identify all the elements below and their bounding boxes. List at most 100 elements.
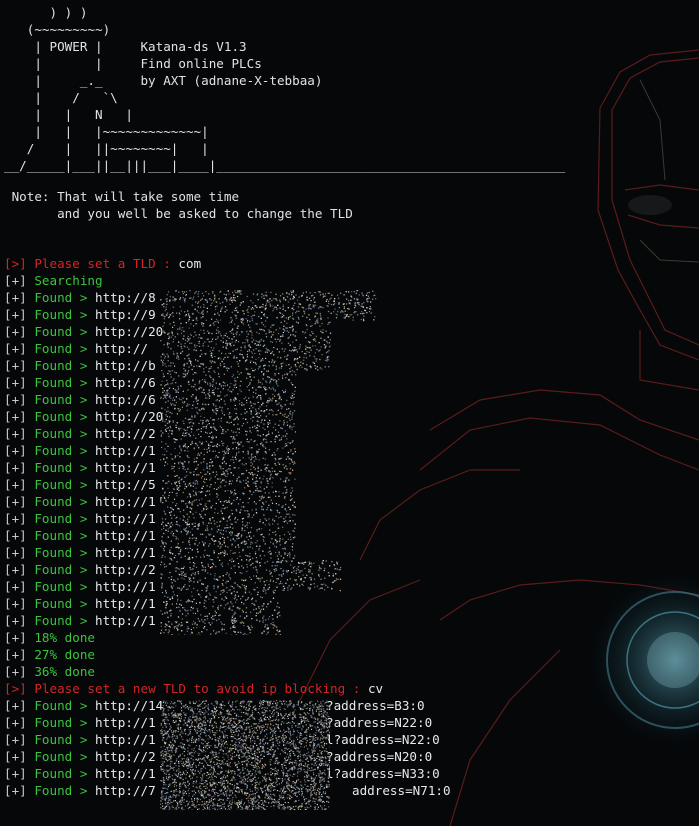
- found-url: http://1: [95, 579, 156, 594]
- log-label: 18% done: [34, 630, 96, 645]
- log-label: Found >: [34, 443, 96, 458]
- found-url-suffix: l?address=N33:0: [326, 766, 440, 781]
- log-label: Found >: [34, 732, 96, 747]
- found-url: http://2: [95, 562, 156, 577]
- log-label: Found >: [34, 460, 96, 475]
- log-label: Found >: [34, 426, 96, 441]
- log-label: Please set a new TLD to avoid ip blockin…: [34, 681, 368, 696]
- log-tag: [+]: [4, 375, 27, 390]
- note-text: Note: That will take some time and you w…: [4, 188, 565, 222]
- log-label: Found >: [34, 562, 96, 577]
- log-label: Found >: [34, 545, 96, 560]
- found-url-suffix: l?address=N22:0: [326, 732, 440, 747]
- log-label: Found >: [34, 579, 96, 594]
- found-url-suffix: address=N71:0: [352, 783, 451, 798]
- log-tag: [+]: [4, 647, 27, 662]
- found-url: http://1: [95, 528, 156, 543]
- log-line: [>] Please set a new TLD to avoid ip blo…: [4, 680, 565, 697]
- log-label: Found >: [34, 392, 96, 407]
- log-line: [>] Please set a TLD : com: [4, 255, 565, 272]
- found-url: http://5: [95, 477, 156, 492]
- tld-input-value: com: [178, 256, 202, 271]
- log-tag: [+]: [4, 341, 27, 356]
- log-line: [+] 36% done: [4, 663, 565, 680]
- log-label: Found >: [34, 290, 96, 305]
- log-tag: [+]: [4, 477, 27, 492]
- found-url: http://: [95, 341, 149, 356]
- found-url-suffix: ?address=B3:0: [326, 698, 425, 713]
- log-tag: [+]: [4, 596, 27, 611]
- log-tag: [+]: [4, 545, 27, 560]
- redaction-noise-block-2: [160, 700, 330, 810]
- log-tag: [+]: [4, 494, 27, 509]
- log-tag: [+]: [4, 613, 27, 628]
- log-tag: [>]: [4, 681, 27, 696]
- log-line: [+] 27% done: [4, 646, 565, 663]
- log-label: Found >: [34, 358, 96, 373]
- found-url-suffix: ?address=N22:0: [326, 715, 433, 730]
- found-url: http://20: [95, 324, 164, 339]
- found-url: http://1: [95, 732, 156, 747]
- found-url: http://1: [95, 766, 156, 781]
- log-label: Found >: [34, 613, 96, 628]
- log-tag: [+]: [4, 579, 27, 594]
- log-tag: [+]: [4, 392, 27, 407]
- log-label: Found >: [34, 698, 96, 713]
- log-label: Found >: [34, 409, 96, 424]
- found-url: http://1: [95, 460, 156, 475]
- found-url: http://1: [95, 511, 156, 526]
- log-label: Found >: [34, 341, 96, 356]
- log-label: Searching: [34, 273, 103, 288]
- log-label: Found >: [34, 766, 96, 781]
- ascii-banner: ) ) ) (~~~~~~~~~) | POWER | Katana-ds V1…: [4, 5, 566, 173]
- note-line-2: and you well be asked to change the TLD: [4, 206, 353, 221]
- log-tag: [+]: [4, 528, 27, 543]
- found-url: http://1: [95, 494, 156, 509]
- found-url: http://1: [95, 443, 156, 458]
- log-label: Found >: [34, 715, 96, 730]
- found-url: http://1: [95, 596, 156, 611]
- log-tag: [+]: [4, 749, 27, 764]
- log-tag: [+]: [4, 562, 27, 577]
- found-url-suffix: ?address=N20:0: [326, 749, 433, 764]
- log-tag: [+]: [4, 511, 27, 526]
- found-url: http://b: [95, 358, 156, 373]
- log-label: Found >: [34, 324, 96, 339]
- log-label: Please set a TLD :: [34, 256, 179, 271]
- log-label: Found >: [34, 494, 96, 509]
- found-url: http://6: [95, 392, 156, 407]
- log-label: 27% done: [34, 647, 96, 662]
- log-tag: [+]: [4, 443, 27, 458]
- found-url: http://1: [95, 715, 156, 730]
- log-label: Found >: [34, 307, 96, 322]
- found-url: http://6: [95, 375, 156, 390]
- found-url: http://14: [95, 698, 164, 713]
- log-tag: [+]: [4, 460, 27, 475]
- log-label: Found >: [34, 749, 96, 764]
- log-label: Found >: [34, 511, 96, 526]
- note-line-1: Note: That will take some time: [4, 189, 240, 204]
- found-url: http://8: [95, 290, 156, 305]
- found-url: http://1: [95, 613, 156, 628]
- log-tag: [+]: [4, 273, 27, 288]
- found-url: http://1: [95, 545, 156, 560]
- log-tag: [+]: [4, 698, 27, 713]
- log-tag: [+]: [4, 409, 27, 424]
- log-tag: [+]: [4, 426, 27, 441]
- redaction-noise-block-1: [160, 290, 377, 635]
- log-label: Found >: [34, 783, 96, 798]
- found-url: http://20: [95, 409, 164, 424]
- log-label: 36% done: [34, 664, 96, 679]
- log-label: Found >: [34, 375, 96, 390]
- log-tag: [>]: [4, 256, 27, 271]
- log-tag: [+]: [4, 783, 27, 798]
- log-tag: [+]: [4, 715, 27, 730]
- log-tag: [+]: [4, 664, 27, 679]
- log-tag: [+]: [4, 324, 27, 339]
- tld-input-value: cv: [367, 681, 384, 696]
- found-url: http://7: [95, 783, 156, 798]
- log-tag: [+]: [4, 766, 27, 781]
- log-tag: [+]: [4, 630, 27, 645]
- log-tag: [+]: [4, 358, 27, 373]
- log-label: Found >: [34, 477, 96, 492]
